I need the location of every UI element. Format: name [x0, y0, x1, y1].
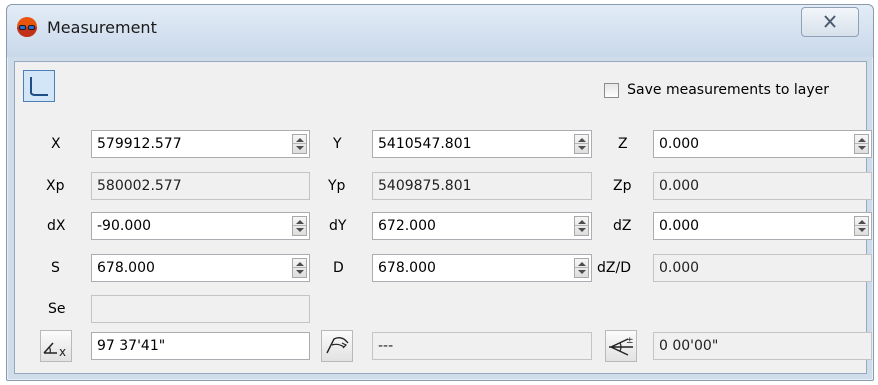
angle-field: --- [372, 332, 592, 360]
measurement-window: Measurement Save measurements to layer X… [6, 4, 874, 381]
azimuth-value: 97 37'41" [97, 338, 166, 354]
zp-field: 0.000 [653, 172, 872, 200]
slope-value: 0 00'00" [659, 338, 719, 354]
angle-arc-icon [326, 336, 349, 354]
azimuth-input[interactable]: 97 37'41" [91, 332, 310, 360]
save-to-layer-checkbox[interactable] [604, 82, 620, 98]
x-input[interactable]: 579912.577 [91, 130, 310, 158]
s-input[interactable]: 678.000 [91, 254, 310, 282]
z-label: Z [618, 136, 628, 152]
s-value: 678.000 [97, 260, 155, 276]
angle-value: --- [378, 338, 394, 354]
close-icon [824, 15, 836, 28]
dy-spinner[interactable] [574, 216, 589, 236]
s-spinner[interactable] [292, 258, 307, 278]
z-value: 0.000 [659, 136, 700, 152]
slope-button[interactable]: ± [605, 330, 637, 362]
y-input[interactable]: 5410547.801 [372, 130, 592, 158]
z-input[interactable]: 0.000 [653, 130, 872, 158]
azimuth-button[interactable]: x [40, 330, 72, 362]
dy-value: 672.000 [378, 218, 436, 234]
d-value: 678.000 [378, 260, 436, 276]
svg-text:x: x [59, 345, 66, 359]
y-label: Y [333, 136, 342, 152]
zp-label: Zp [613, 178, 632, 194]
d-label: D [333, 260, 344, 276]
d-spinner[interactable] [574, 258, 589, 278]
dx-input[interactable]: -90.000 [91, 212, 310, 240]
slope-field: 0 00'00" [653, 332, 872, 360]
dz-label: dZ [613, 218, 632, 234]
yp-label: Yp [328, 178, 346, 194]
dx-spinner[interactable] [292, 216, 307, 236]
window-title: Measurement [47, 18, 157, 37]
yp-value: 5409875.801 [378, 178, 472, 194]
y-spinner[interactable] [574, 134, 589, 154]
dy-input[interactable]: 672.000 [372, 212, 592, 240]
dx-label: dX [47, 218, 66, 234]
dz-spinner[interactable] [854, 216, 869, 236]
svg-text:±: ± [626, 336, 634, 346]
close-button[interactable] [801, 7, 859, 37]
dx-value: -90.000 [97, 218, 152, 234]
d-input[interactable]: 678.000 [372, 254, 592, 282]
dzd-value: 0.000 [659, 260, 700, 276]
polyline-tool-button[interactable] [23, 70, 55, 102]
xp-field: 580002.577 [91, 172, 310, 200]
se-field [91, 295, 310, 323]
y-value: 5410547.801 [378, 136, 472, 152]
x-value: 579912.577 [97, 136, 182, 152]
x-spinner[interactable] [292, 134, 307, 154]
s-label: S [51, 260, 60, 276]
azimuth-x-icon: x [43, 342, 66, 359]
angle-button[interactable] [321, 330, 353, 362]
x-label: X [51, 136, 61, 152]
zp-value: 0.000 [659, 178, 700, 194]
dz-value: 0.000 [659, 218, 700, 234]
save-to-layer-label: Save measurements to layer [627, 82, 829, 98]
se-label: Se [48, 301, 66, 317]
dzd-field: 0.000 [653, 254, 872, 282]
xp-value: 580002.577 [97, 178, 182, 194]
xp-label: Xp [46, 178, 65, 194]
dzd-label: dZ/D [597, 260, 631, 276]
dz-input[interactable]: 0.000 [653, 212, 872, 240]
yp-field: 5409875.801 [372, 172, 592, 200]
polyline-tool-icon [30, 77, 48, 96]
measurement-panel: Save measurements to layer X 579912.577 … [14, 61, 872, 374]
dy-label: dY [329, 218, 347, 234]
title-bar[interactable]: Measurement [7, 5, 873, 57]
save-to-layer-option[interactable]: Save measurements to layer [604, 82, 829, 98]
measurement-app-icon [17, 17, 37, 37]
slope-angle-icon: ± [609, 336, 634, 356]
z-spinner[interactable] [854, 134, 869, 154]
